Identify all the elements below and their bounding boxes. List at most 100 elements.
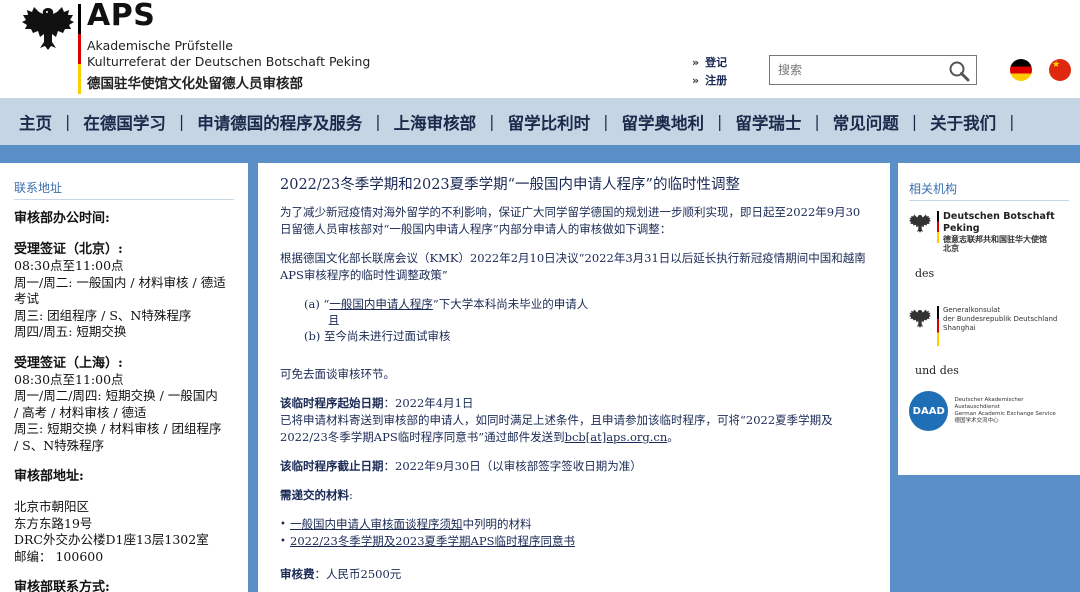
consulate-name: Generalkonsulat bbox=[943, 306, 1001, 314]
register-link[interactable]: 注册 bbox=[705, 74, 727, 87]
logo-subtitle-1: Akademische Prüfstelle bbox=[87, 38, 233, 53]
submission-end: 。 bbox=[667, 430, 679, 444]
shanghai-line: 周一/周二/周四: 短期交换 / 一般国内 bbox=[14, 388, 218, 403]
intro-paragraph: 为了减少新冠疫情对海外留学的不利影响，保证广大同学留学德国的规划进一步顺利实现，… bbox=[280, 205, 861, 236]
daad-name-de: Deutscher Akademischer Austauschdienst bbox=[954, 397, 1024, 410]
nav-austria[interactable]: 留学奥地利 bbox=[621, 110, 704, 134]
condition-a-prefix: (a) “ bbox=[304, 297, 330, 311]
beijing-label: 受理签证（北京）: bbox=[14, 242, 123, 257]
consulate-city: Shanghai bbox=[943, 324, 976, 332]
daad-name-cn: 德国学术交流中心 bbox=[954, 418, 999, 424]
daad-icon: DAAD bbox=[909, 391, 949, 431]
flag-stripe bbox=[78, 4, 81, 94]
flag-stripe bbox=[937, 211, 939, 243]
consulate-logo[interactable]: Generalkonsulat der Bundesrepublik Deuts… bbox=[909, 306, 1069, 346]
chevron-right-icon: » bbox=[692, 74, 700, 87]
nav-belgium[interactable]: 留学比利时 bbox=[508, 110, 591, 134]
auth-links: » 登记 » 注册 bbox=[692, 54, 727, 90]
search-box bbox=[769, 55, 977, 85]
nav-study-germany[interactable]: 在德国学习 bbox=[83, 110, 166, 134]
fee: 审核费：人民币2500元 bbox=[280, 566, 868, 583]
nav-separator: | bbox=[716, 112, 723, 131]
shanghai-label: 受理签证（上海）: bbox=[14, 355, 123, 371]
site-header: APS Akademische Prüfstelle Kulturreferat… bbox=[0, 0, 1080, 98]
embassy-city: 北京 bbox=[943, 244, 959, 253]
fee-label: 审核费 bbox=[280, 567, 315, 581]
search-icon[interactable] bbox=[948, 60, 970, 82]
end-date-label: 该临时程序截止日期 bbox=[280, 459, 384, 473]
embassy-logo[interactable]: Deutschen Botschaft Peking 德意志联邦共和国驻华大使馆… bbox=[909, 211, 1069, 253]
beijing-time: 08:30点至11:00点 bbox=[14, 258, 124, 273]
nav-procedures[interactable]: 申请德国的程序及服务 bbox=[197, 110, 362, 134]
submission-text: 已将申请材料寄送到审核部的申请人，如同时满足上述条件，且申请参加该临时程序，可将… bbox=[280, 413, 833, 444]
consent-form-link[interactable]: 2022/23冬季学期及2023夏季学期APS临时程序同意书 bbox=[290, 534, 575, 548]
list-item: 一般国内申请人审核面谈程序须知中列明的材料 bbox=[280, 516, 868, 533]
address-line: DRC外交办公楼D1座13层1302室 bbox=[14, 532, 209, 547]
logo-title[interactable]: APS bbox=[87, 0, 155, 33]
fee-value: ：人民币2500元 bbox=[314, 567, 402, 581]
embassy-name: Deutschen Botschaft Peking bbox=[943, 211, 1055, 234]
nav-shanghai[interactable]: 上海审核部 bbox=[394, 110, 477, 134]
german-flag-icon[interactable] bbox=[1010, 59, 1032, 81]
contact-sidebar: 联系地址 审核部办公时间: 受理签证（北京）: 08:30点至11:00点 周一… bbox=[0, 163, 248, 592]
login-link[interactable]: 登记 bbox=[705, 56, 727, 69]
logo-subtitle-2: Kulturreferat der Deutschen Botschaft Pe… bbox=[87, 54, 371, 69]
start-date-value: ：2022年4月1日 bbox=[383, 396, 474, 410]
shanghai-time: 08:30点至11:00点 bbox=[14, 371, 124, 387]
eagle-icon bbox=[909, 214, 931, 233]
nav-about[interactable]: 关于我们 bbox=[930, 110, 996, 134]
nav-separator: | bbox=[814, 112, 820, 131]
flag-stripe bbox=[937, 306, 939, 346]
nav-separator: | bbox=[1009, 112, 1015, 131]
shanghai-line: / 高考 / 材料审核 / 德适 bbox=[14, 404, 147, 420]
email-link[interactable]: bcb[at]aps.org.cn bbox=[565, 430, 668, 444]
list-item-suffix: 中列明的材料 bbox=[462, 517, 532, 531]
end-date: 该临时程序截止日期：2022年9月30日（以审核部签字签收日期为准） bbox=[280, 458, 868, 475]
start-date: 该临时程序起始日期：2022年4月1日 bbox=[280, 395, 868, 412]
beijing-line: 周四/周五: 短期交换 bbox=[14, 324, 127, 339]
daad-logo[interactable]: DAAD Deutscher Akademischer Austauschdie… bbox=[909, 391, 1069, 431]
materials-colon: : bbox=[349, 488, 353, 502]
article: 2022/23冬季学期和2023夏季学期“一般国内申请人程序”的临时性调整 为了… bbox=[258, 163, 890, 592]
start-date-label: 该临时程序起始日期 bbox=[280, 396, 384, 410]
nav-separator: | bbox=[603, 112, 609, 131]
main-nav: 主页 | 在德国学习 | 申请德国的程序及服务 | 上海审核部 | 留学比利时 | 留学奥… bbox=[0, 98, 1080, 145]
office-hours-label: 审核部办公时间: bbox=[14, 211, 110, 226]
related-heading: 相关机构 bbox=[909, 180, 1069, 201]
nav-separator: | bbox=[375, 112, 381, 131]
address-line: 北京市朝阳区 bbox=[14, 499, 90, 514]
nav-separator: | bbox=[911, 112, 918, 131]
address-label: 审核部地址: bbox=[14, 469, 84, 484]
chinese-flag-icon[interactable] bbox=[1049, 59, 1071, 81]
shanghai-line: 周三: 短期交换 / 材料审核 / 团组程序 bbox=[14, 421, 222, 436]
end-date-value: ：2022年9月30日（以审核部签字签收日期为准） bbox=[383, 459, 642, 473]
kmk-paragraph: 根据德国文化部长联席会议（KMK）2022年2月10日决议“2022年3月31日… bbox=[280, 251, 866, 282]
page-title: 2022/23冬季学期和2023夏季学期“一般国内申请人程序”的临时性调整 bbox=[280, 177, 740, 193]
related-institutions: 相关机构 Deutschen Botschaft Peking 德意志联邦共和国… bbox=[898, 163, 1080, 475]
condition-b: (b) 至今尚未进行过面试审核 bbox=[304, 329, 451, 343]
condition-a: (a) “一般国内申请人程序”下大学本科尚未毕业的申请人 bbox=[280, 296, 868, 312]
beijing-line: 周一/周二: 一般国内 / 材料审核 / 德适 bbox=[14, 274, 226, 290]
beijing-line: 考试 bbox=[14, 291, 40, 306]
submission-paragraph: 已将申请材料寄送到审核部的申请人，如同时满足上述条件，且申请参加该临时程序，可将… bbox=[280, 412, 868, 446]
search-input[interactable] bbox=[770, 56, 940, 84]
materials-list: 一般国内申请人审核面谈程序须知中列明的材料 2022/23冬季学期及2023夏季… bbox=[280, 516, 868, 550]
nav-switzerland[interactable]: 留学瑞士 bbox=[735, 110, 801, 134]
embassy-name-cn: 德意志联邦共和国驻华大使馆 bbox=[943, 235, 1047, 244]
eagle-icon bbox=[22, 7, 74, 50]
interview-notice-link[interactable]: 一般国内申请人审核面谈程序须知 bbox=[290, 517, 463, 531]
address-line: 邮编： 100600 bbox=[14, 548, 104, 564]
contact-heading: 联系地址 bbox=[14, 179, 234, 200]
connector-text: des bbox=[915, 267, 935, 280]
logo-subtitle-3: 德国驻华使馆文化处留德人员审核部 bbox=[87, 76, 303, 92]
consulate-name-2: der Bundesrepublik Deutschland bbox=[943, 315, 1058, 323]
daad-name-en: German Academic Exchange Service bbox=[954, 411, 1056, 417]
nav-faq[interactable]: 常见问题 bbox=[833, 110, 899, 134]
beijing-line: 周三: 团组程序 / S、N特殊程序 bbox=[14, 307, 192, 323]
address-line: 东方东路19号 bbox=[14, 515, 93, 531]
general-procedure-link[interactable]: 一般国内申请人程序 bbox=[329, 297, 433, 311]
contact-label: 审核部联系方式: bbox=[14, 580, 110, 592]
nav-home[interactable]: 主页 bbox=[19, 110, 52, 134]
materials-label: 需递交的材料 bbox=[280, 488, 349, 502]
exemption-text: 可免去面谈审核环节。 bbox=[280, 367, 395, 381]
